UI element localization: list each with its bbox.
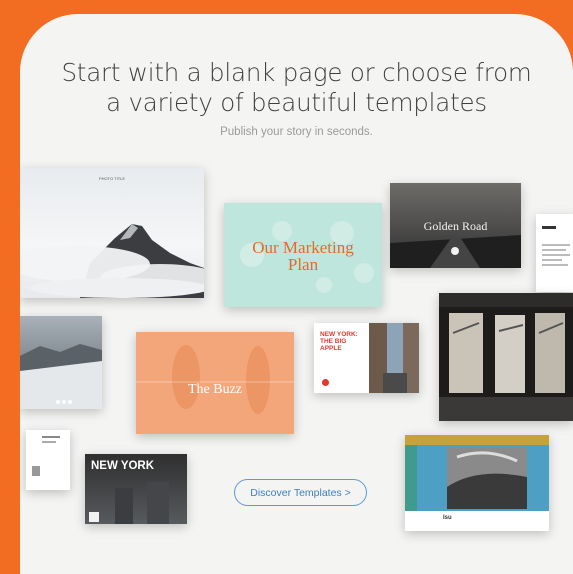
template-mountain[interactable]: PHOTO TITLE (20, 168, 204, 298)
template-snow[interactable] (20, 316, 102, 409)
small-doc-content (32, 436, 60, 476)
golden-title: Golden Road (423, 219, 488, 233)
template-storefront[interactable] (439, 293, 573, 421)
marketing-title-line-2: Plan (287, 255, 319, 274)
city-image (89, 482, 169, 524)
left-band (405, 445, 417, 511)
template-big-apple[interactable]: NEW YORK: THE BIG APPLE (314, 323, 419, 393)
template-photo-bw[interactable]: Isu (405, 435, 549, 531)
text-lines (542, 226, 570, 266)
bw-photo (447, 447, 527, 509)
template-golden-road[interactable]: Golden Road (390, 183, 521, 268)
top-band (405, 435, 549, 445)
logo-icon (451, 247, 459, 255)
title-line-1: Start with a blank page or choose from (61, 58, 532, 87)
snow-image (20, 344, 102, 409)
template-new-york[interactable]: NEW YORK (85, 454, 187, 524)
big-apple-title: NEW YORK: THE BIG APPLE (320, 331, 358, 352)
page-subtitle: Publish your story in seconds. (220, 126, 373, 138)
mountain-image (20, 224, 204, 298)
buzz-title: The Buzz (187, 382, 243, 397)
bw-caption: Isu (443, 515, 452, 521)
storefront-image (439, 293, 573, 421)
title-line-2: a variety of beautiful templates (106, 88, 487, 117)
discover-templates-button[interactable]: Discover Templates > (234, 479, 367, 506)
street-image (369, 323, 419, 393)
template-small-doc[interactable] (26, 430, 70, 490)
page-title: Start with a blank page or choose from a… (20, 58, 573, 118)
marketing-title-line-1: Our Marketing (252, 238, 354, 257)
marketing-title: Our Marketing Plan (224, 239, 382, 273)
template-the-buzz[interactable]: The Buzz (136, 332, 294, 434)
templates-card: Start with a blank page or choose from a… (20, 14, 573, 574)
template-marketing-plan[interactable]: Our Marketing Plan (224, 203, 382, 307)
apple-dot-icon (322, 379, 329, 386)
template-document[interactable] (536, 214, 573, 292)
